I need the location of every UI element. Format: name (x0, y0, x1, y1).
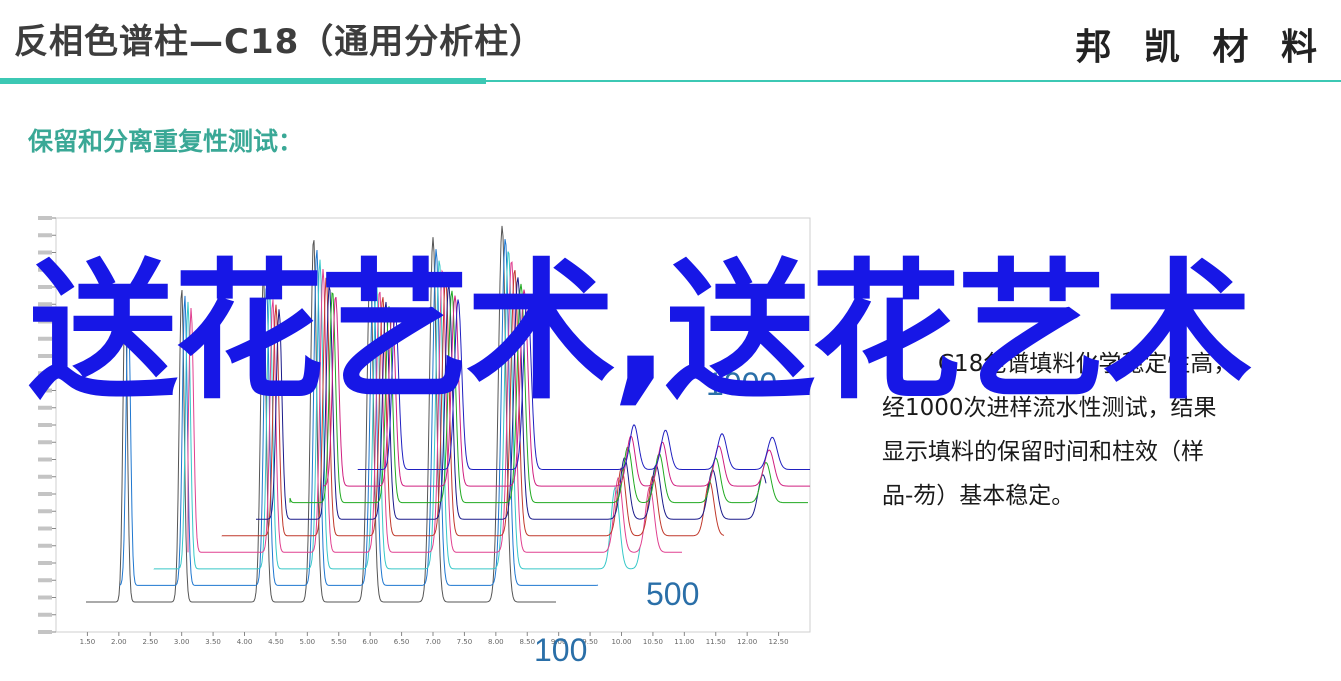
x-tick-label: 11.00 (674, 638, 694, 646)
x-tick-label: 5.50 (331, 638, 347, 646)
watermark-text: 送花艺术,送花艺术 (28, 246, 1253, 420)
x-tick-label: 12.50 (769, 638, 789, 646)
y-tick-label (38, 474, 52, 479)
y-tick-label (38, 526, 52, 531)
x-tick-label: 7.50 (457, 638, 473, 646)
y-tick-label (38, 423, 52, 427)
y-tick-label (38, 561, 52, 565)
y-tick-label (38, 509, 52, 514)
y-tick-label (38, 578, 52, 583)
description-line: 品-芴）基本稳定。 (882, 483, 1075, 509)
description-line: 显示填料的保留时间和柱效（样 (882, 439, 1204, 465)
x-tick-label: 8.00 (488, 638, 504, 646)
x-tick-label: 2.50 (142, 638, 158, 646)
x-tick-label: 12.00 (737, 638, 757, 646)
page-title: 反相色谱柱—C18（通用分析柱） (14, 22, 545, 62)
x-tick-label: 3.50 (205, 638, 221, 646)
x-tick-label: 6.00 (362, 638, 378, 646)
x-tick-label: 4.00 (237, 638, 253, 646)
x-tick-label: 3.00 (174, 638, 190, 646)
y-tick-label (38, 233, 52, 238)
section-subtitle: 保留和分离重复性测试： (28, 127, 304, 156)
x-tick-label: 6.50 (394, 638, 410, 646)
x-tick-label: 8.50 (519, 638, 535, 646)
chart-label-100: 100 (534, 632, 588, 668)
x-tick-label: 4.50 (268, 638, 284, 646)
chart-label-500: 500 (646, 576, 700, 612)
x-tick-label: 7.00 (425, 638, 441, 646)
y-tick-label (38, 612, 52, 617)
x-tick-label: 10.00 (611, 638, 631, 646)
x-tick-label: 2.00 (111, 638, 127, 646)
y-tick-label (38, 595, 52, 600)
y-tick-label (38, 457, 52, 462)
x-tick-label: 11.50 (706, 638, 726, 646)
y-tick-label (38, 630, 52, 634)
y-tick-label (38, 440, 52, 445)
y-tick-label (38, 492, 52, 496)
header-rule-accent (0, 78, 486, 84)
brand-logo: 邦 凯 材 料 (1075, 27, 1327, 68)
y-tick-label (38, 216, 52, 220)
y-tick-label (38, 543, 52, 548)
x-tick-label: 5.00 (300, 638, 316, 646)
x-tick-label: 10.50 (643, 638, 663, 646)
x-tick-label: 1.50 (80, 638, 96, 646)
